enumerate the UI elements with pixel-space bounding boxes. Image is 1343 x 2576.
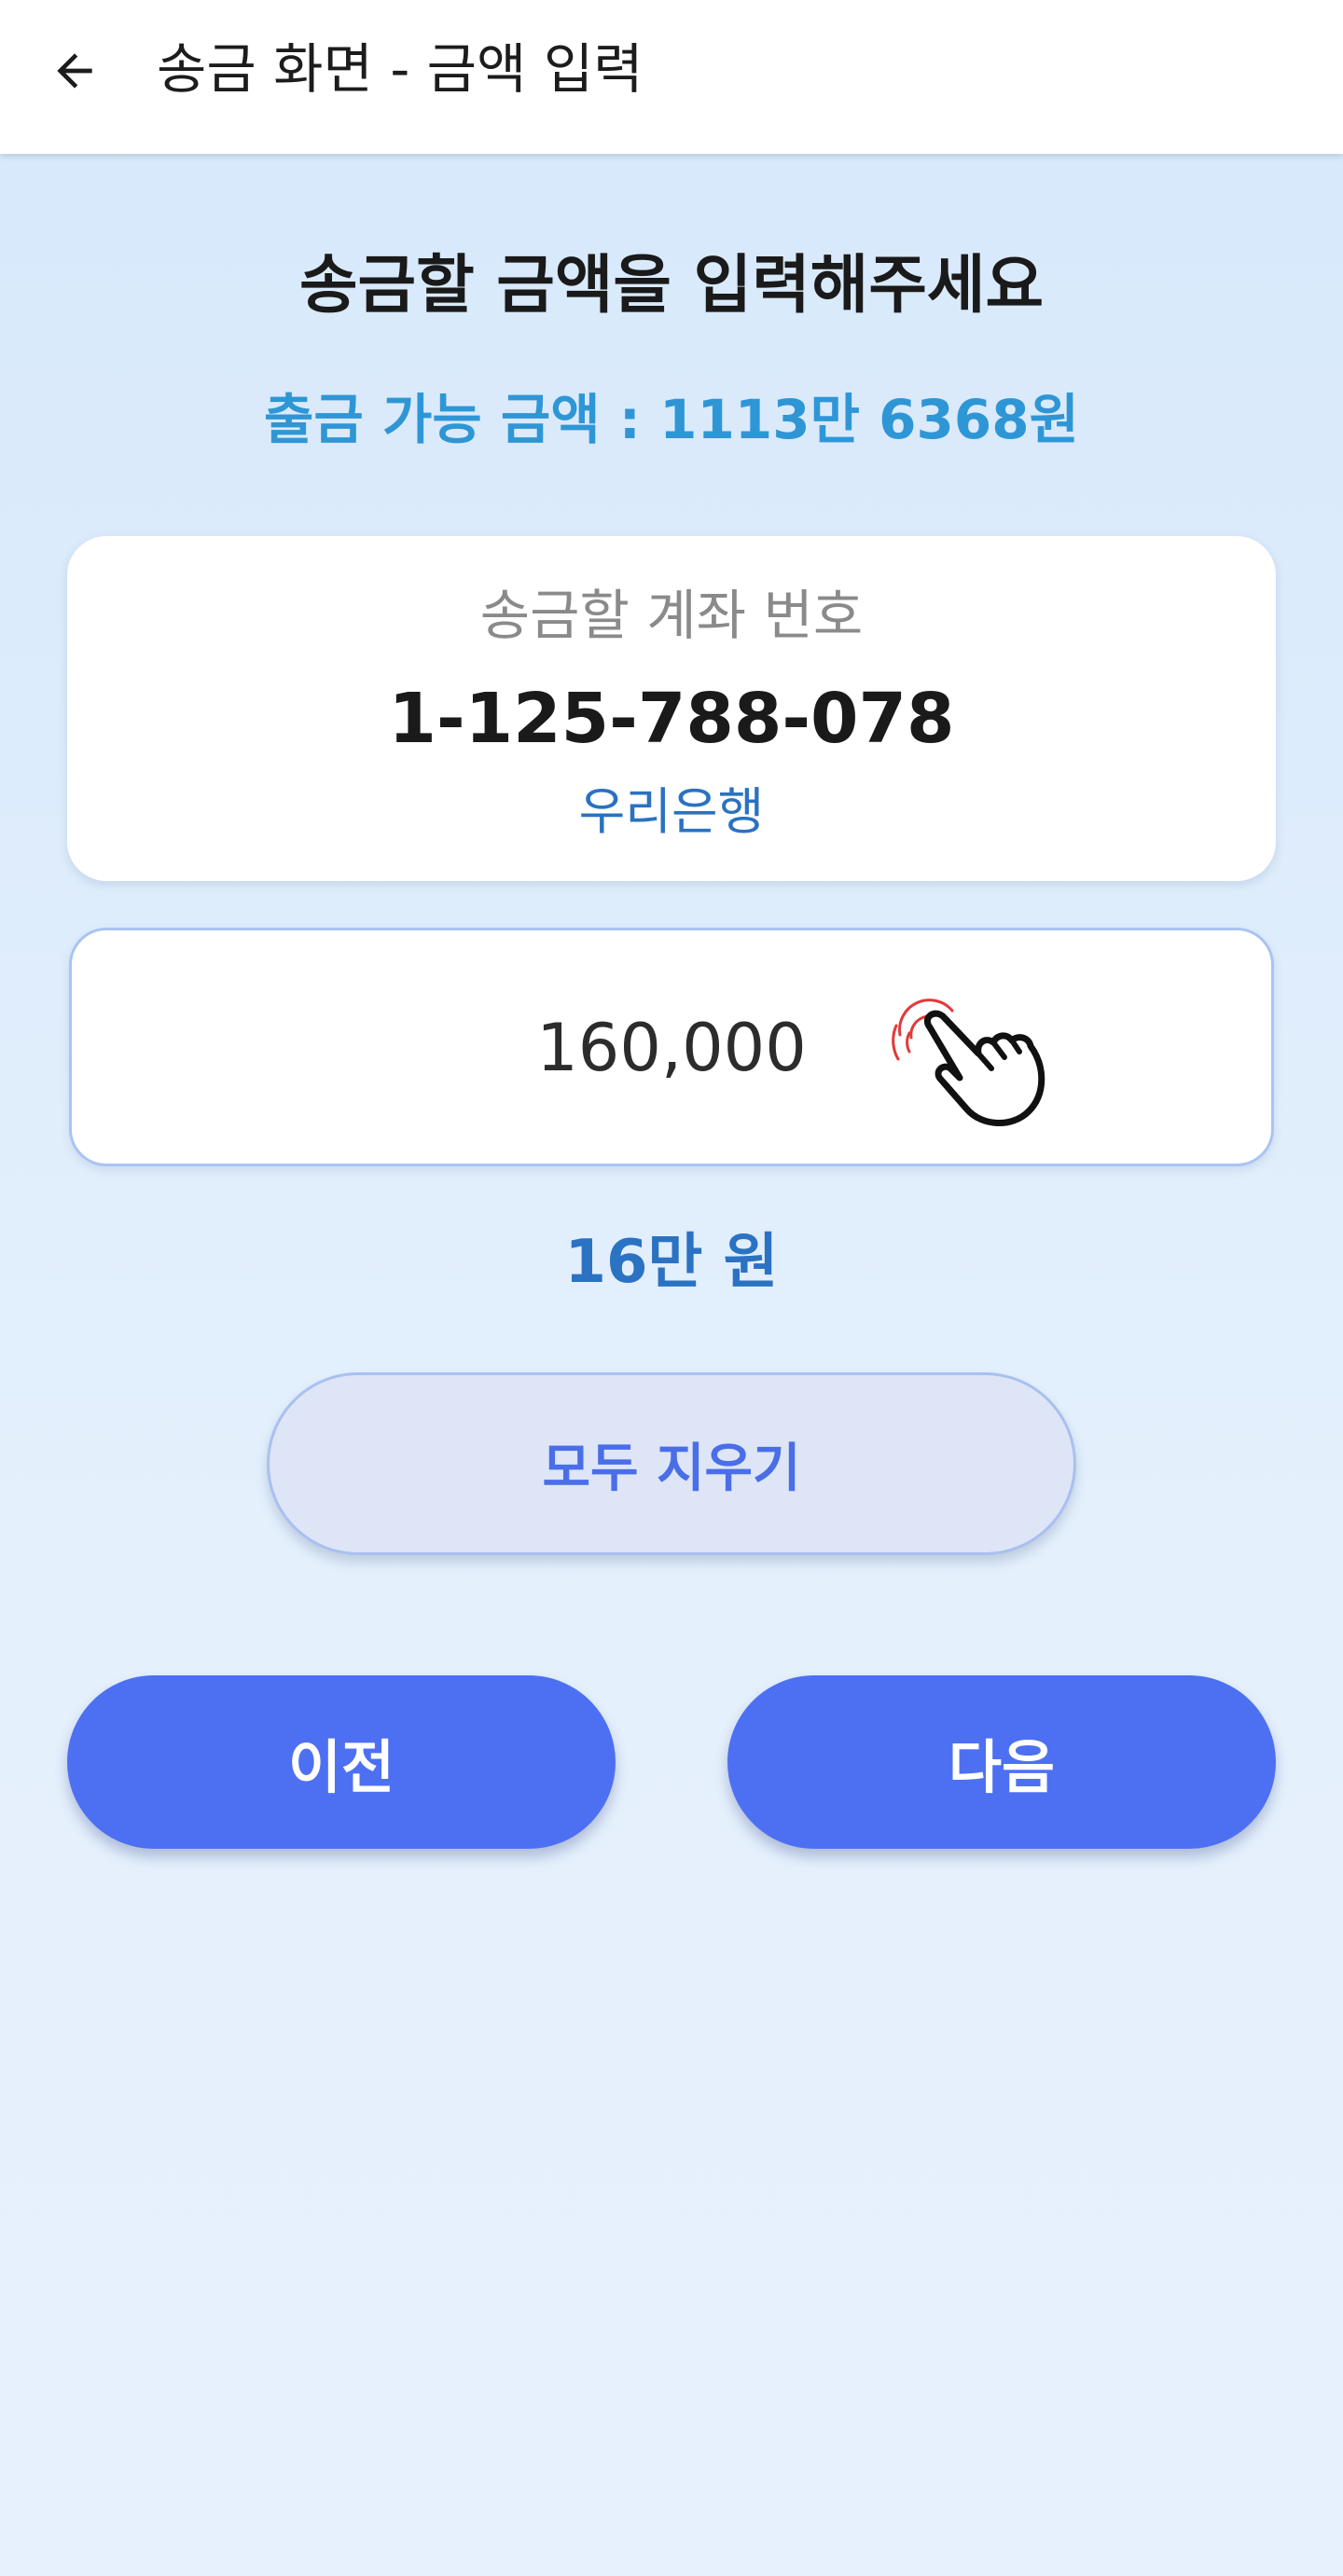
account-number: 1-125-788-078 [388,679,955,759]
headline: 송금할 금액을 입력해주세요 [298,249,1045,323]
amount-input[interactable]: 160,000 [69,928,1274,1166]
next-button[interactable]: 다음 [727,1675,1276,1849]
back-button[interactable] [35,32,114,110]
account-label: 송금할 계좌 번호 [479,584,864,647]
previous-button[interactable]: 이전 [67,1675,616,1849]
available-balance: 출금 가능 금액 : 1113만 6368원 [264,388,1079,451]
tap-hand-icon [892,999,1045,1126]
arrow-left-icon [57,53,92,89]
amount-in-korean: 16만 원 [564,1228,779,1297]
bank-name: 우리은행 [578,782,765,841]
account-card: 송금할 계좌 번호 1-125-788-078 우리은행 [67,536,1276,881]
page-title: 송금 화면 - 금액 입력 [157,37,644,101]
app-bar: 송금 화면 - 금액 입력 [0,0,1343,154]
clear-all-button[interactable]: 모두 지우기 [267,1372,1076,1555]
